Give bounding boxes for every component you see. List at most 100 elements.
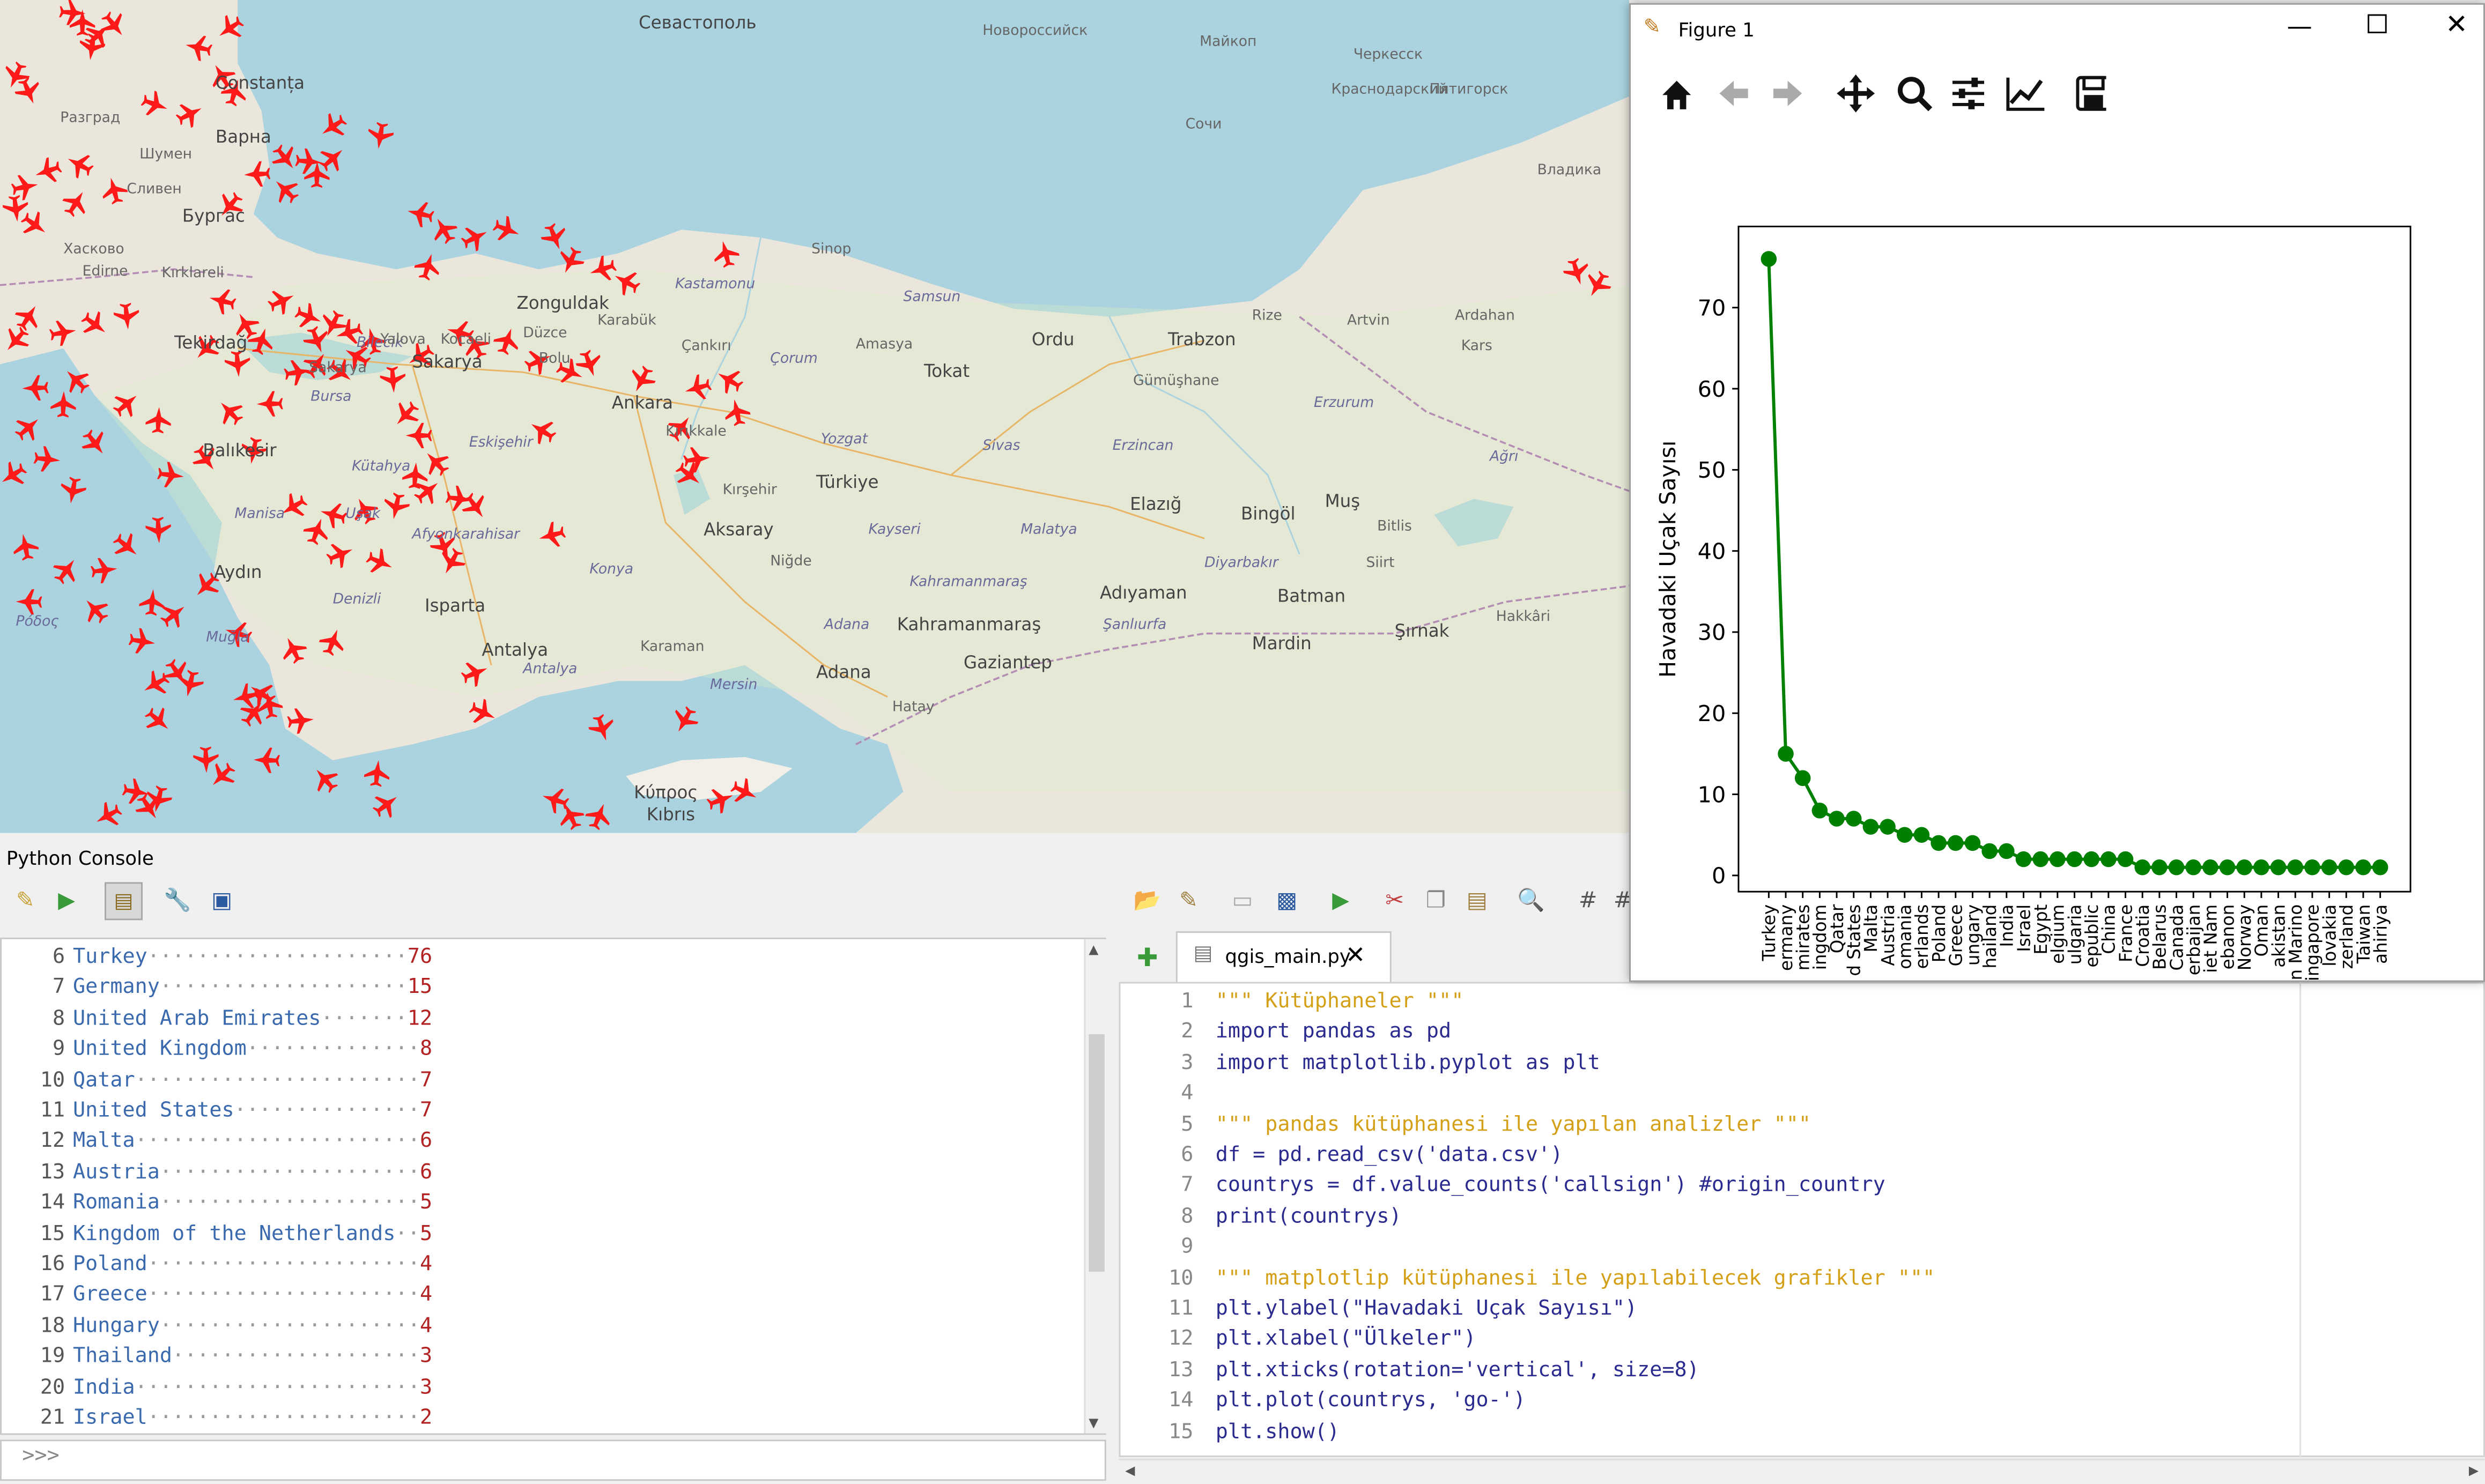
country-name: United Arab Emirates [72,1007,321,1031]
help-book-icon[interactable]: ▣ [206,885,238,917]
dot-leader: ······················ [147,1252,420,1277]
code-line: 3 import matplotlib.pyplot as plt [1120,1048,2483,1079]
figure-window[interactable]: ✎ Figure 1 — ✕ 0 10 20 30 40 50 60 70 Ha… [1629,3,2485,982]
run-script-icon[interactable]: ▶ [1325,885,1357,917]
code-line: 14 plt.plot(countrys, 'go-') [1120,1386,2483,1416]
figure-canvas[interactable]: 0 10 20 30 40 50 60 70 Havadaki Uçak Sayısı Turke… [1631,125,2483,981]
map-label-city: Artvin [1347,313,1390,330]
code-editor[interactable]: 1 """ Kütüphaneler """ 2 import pandas as p… [1119,982,2485,1457]
map-label-city: Gaziantep [963,652,1052,673]
data-point [2185,859,2201,875]
aircraft-count: 4 [420,1283,433,1308]
minimize-icon[interactable]: — [2287,11,2312,41]
console-input[interactable] [0,1440,1106,1481]
map-canvas[interactable]: Севастополь Новороссийск Майкоп Черкесск Кра… [0,0,1630,833]
editor-line-number: 12 [1168,1327,1194,1352]
aircraft-count: 4 [420,1252,433,1277]
comment-icon[interactable]: # [1572,885,1604,917]
scroll-down-icon[interactable]: ▼ [1089,1416,1098,1430]
options-wrench-icon[interactable]: 🔧 [161,885,193,917]
forward-icon[interactable] [1773,80,1802,106]
console-scroll-thumb[interactable] [1089,1034,1105,1272]
editor-horizontal-scrollbar[interactable]: ◀ ▶ [1119,1458,2485,1484]
country-name: Poland [72,1252,147,1277]
open-in-external-editor-icon[interactable]: ✎ [1173,885,1204,917]
data-point [1981,843,1998,859]
maximize-icon[interactable] [2368,14,2387,34]
tab-qgis-main[interactable]: ▤ qgis_main.py ✕ [1175,931,1392,982]
code-text: import matplotlib.pyplot as plt [1215,1051,1600,1075]
console-output-line: 6 Turkey ····················· 76 [2,943,1095,973]
scroll-up-icon[interactable]: ▲ [1089,943,1098,957]
map-label-city: Balıkesir [203,440,277,461]
aircraft-count: 12 [407,1007,433,1031]
map-label-city: Черкесск [1353,47,1423,64]
save-as-icon[interactable]: ▩ [1271,885,1303,917]
dot-leader: ······················· [135,1130,420,1154]
dot-leader: ····················· [159,1191,420,1215]
configure-subplots-icon[interactable] [1952,77,1985,109]
aircraft-icon [102,177,128,205]
data-point [2304,859,2320,875]
tab-label: qgis_main.py [1225,945,1351,968]
dot-leader: ······· [321,1007,408,1031]
close-tab-icon[interactable]: ✕ [1345,941,1365,969]
save-icon[interactable] [2076,76,2106,111]
figure-titlebar[interactable]: ✎ Figure 1 — ✕ [1631,4,2483,56]
map-label-city: Yalova [380,332,426,348]
clear-console-icon[interactable]: ✎ [10,885,41,917]
map-label-city: Bitlis [1377,519,1412,536]
y-tick-label: 40 [1698,538,1726,564]
map-label-city: Isparta [425,595,486,617]
aircraft-icon [714,241,739,268]
console-output-line: 17 Greece ······················ 4 [2,1280,1095,1310]
console-output-line: 13 Austria ····················· 6 [2,1157,1095,1188]
console-output-line: 12 Malta ······················· 6 [2,1127,1095,1157]
map-label-city: Kayseri [868,522,921,539]
aircraft-icon [49,321,76,346]
cut-icon[interactable]: ✂ [1379,885,1410,917]
data-point [1964,835,1981,851]
aircraft-count: 2 [420,1406,433,1430]
copy-icon[interactable]: ❐ [1420,885,1452,917]
find-icon[interactable]: 🔍 [1515,885,1547,917]
zoom-icon[interactable] [1897,77,1933,112]
map-label-city: Kahramanmaraş [897,614,1041,635]
scroll-right-icon[interactable]: ▶ [2469,1464,2479,1478]
editor-line-number: 4 [1181,1082,1194,1106]
map-label-city: Mersin [709,678,758,694]
map-label-city: Kütahya [352,459,411,476]
aircraft-icon [68,155,94,179]
map-label-city: Kırklareli [161,266,224,282]
aircraft-icon [1563,258,1588,285]
open-file-icon[interactable]: 📂 [1131,885,1163,917]
code-text: """ Kütüphaneler """ [1215,990,1464,1014]
scroll-left-icon[interactable]: ◀ [1125,1464,1135,1478]
map-label-city: Kıbrıs [646,804,696,826]
console-output[interactable]: 6 Turkey ····················· 76 7 Germany ··… [0,937,1106,1435]
back-icon[interactable] [1719,80,1748,106]
console-scrollbar[interactable]: ▲ ▼ [1084,939,1108,1434]
editor-line-number: 15 [1168,1420,1194,1444]
home-icon[interactable] [1662,80,1691,109]
run-command-icon[interactable]: ▶ [51,885,83,917]
edit-axes-icon[interactable] [2006,77,2045,111]
save-file-icon[interactable]: ▭ [1226,885,1258,917]
y-axis-label: Havadaki Uçak Sayısı [1655,441,1681,678]
paste-icon[interactable]: ▤ [1461,885,1493,917]
map-label-city: Düzce [523,326,567,343]
console-output-line: 15 Kingdom of the Netherlands ·· 5 [2,1219,1095,1249]
close-window-icon[interactable]: ✕ [2445,10,2468,41]
editor-margin-line [2299,982,2302,1457]
new-tab-icon[interactable]: ✚ [1131,941,1163,973]
console-line-number: 9 [53,1037,65,1062]
show-editor-button[interactable]: ▤ [105,882,143,921]
pan-icon[interactable] [1837,74,1875,113]
map-label-city: Шумен [139,147,193,164]
map-label-city: Bursa [310,389,352,406]
console-line-number: 13 [40,1160,65,1185]
dot-leader: ···················· [159,976,408,1000]
map-label-city: Şanlıurfa [1103,618,1167,634]
aircraft-icon [20,211,46,234]
code-line: 15 plt.show() [1120,1417,2483,1448]
